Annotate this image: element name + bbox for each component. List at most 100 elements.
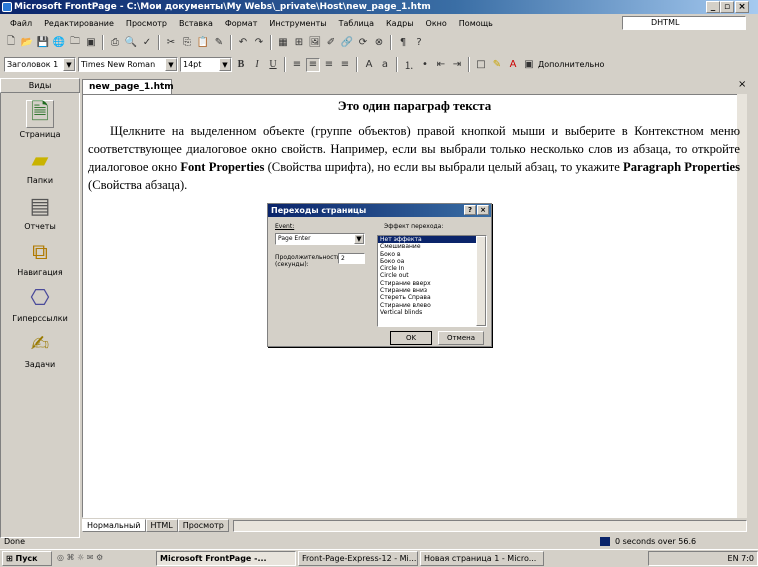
chevron-down-icon[interactable]: ▼ <box>165 58 177 71</box>
align-center-icon[interactable]: ≡ <box>306 57 320 72</box>
more-buttons-label[interactable]: Дополнительно <box>538 60 604 69</box>
duration-input[interactable]: 2 <box>338 253 365 264</box>
font-select[interactable]: Times New Roman ▼ <box>78 57 178 72</box>
close-button[interactable]: × <box>735 1 749 13</box>
decrease-indent-icon[interactable]: ⇤ <box>434 58 448 72</box>
quick-launch-icons[interactable]: ◎ ⌘ ☼ ✉ ⚙ <box>54 551 154 566</box>
tab-normal[interactable]: Нормальный <box>82 519 146 532</box>
numbering-icon[interactable]: ⒈ <box>402 58 416 72</box>
list-item[interactable]: Стирание вниз <box>378 287 486 294</box>
bold-button[interactable]: B <box>234 58 248 72</box>
close-document-icon[interactable]: × <box>738 79 746 90</box>
more-buttons-icon[interactable]: ▣ <box>522 58 536 72</box>
menu-insert[interactable]: Вставка <box>173 19 219 28</box>
paste-icon[interactable]: 📋 <box>196 36 210 50</box>
highlight-icon[interactable]: ✎ <box>490 58 504 72</box>
toolbar-separator <box>396 57 398 72</box>
folder-list-icon[interactable]: 🗀 <box>68 36 82 50</box>
menu-edit[interactable]: Редактирование <box>38 19 120 28</box>
menu-tools[interactable]: Инструменты <box>263 19 332 28</box>
menu-format[interactable]: Формат <box>219 19 263 28</box>
dhtml-help-box[interactable]: DHTML <box>622 16 746 30</box>
menu-frames[interactable]: Кадры <box>380 19 420 28</box>
help-icon[interactable]: ? <box>412 36 426 50</box>
list-item[interactable]: Стирание влево <box>378 302 486 309</box>
task-express[interactable]: Front-Page-Express-12 - Mi... <box>298 551 418 566</box>
list-item[interactable]: Vertical blinds <box>378 309 486 316</box>
hyperlink-icon[interactable]: 🔗 <box>340 36 354 50</box>
list-item[interactable]: Боко оа <box>378 258 486 265</box>
insert-component-icon[interactable]: ▦ <box>276 36 290 50</box>
horizontal-scrollbar[interactable] <box>232 519 747 532</box>
list-item[interactable]: Нет эффекта <box>378 236 486 244</box>
menu-help[interactable]: Помощь <box>453 19 499 28</box>
align-left-icon[interactable]: ≡ <box>290 58 304 72</box>
document-heading[interactable]: Это один параграф текста <box>82 98 747 114</box>
cut-icon[interactable]: ✂ <box>164 36 178 50</box>
task-new-page[interactable]: Новая страница 1 - Micro... <box>420 551 544 566</box>
cancel-button[interactable]: Отмена <box>438 331 484 345</box>
view-tasks[interactable]: ✍ Задачи <box>0 326 80 382</box>
list-item[interactable]: Circle In <box>378 265 486 272</box>
align-right-icon[interactable]: ≡ <box>322 58 336 72</box>
insert-picture-icon[interactable]: 🖼 <box>308 36 322 50</box>
bullets-icon[interactable]: • <box>418 58 432 72</box>
print-icon[interactable]: ⎙ <box>108 36 122 50</box>
drawing-icon[interactable]: ✐ <box>324 36 338 50</box>
borders-icon[interactable]: □ <box>474 58 488 72</box>
list-item[interactable]: Стирание вверх <box>378 280 486 287</box>
decrease-font-icon[interactable]: a <box>378 58 392 72</box>
effects-list[interactable]: Нет эффекта Смешивание Боко в Боко оа Ci… <box>377 235 487 327</box>
redo-icon[interactable]: ↷ <box>252 36 266 50</box>
task-frontpage[interactable]: Microsoft FrontPage -... <box>156 551 296 566</box>
tab-html[interactable]: HTML <box>145 519 178 532</box>
document-paragraph[interactable]: Щелкните на выделенном объекте (группе о… <box>88 122 740 194</box>
menu-table[interactable]: Таблица <box>333 19 380 28</box>
save-icon[interactable]: 💾 <box>36 36 50 50</box>
list-item[interactable]: Стереть Справа <box>378 294 486 301</box>
chevron-down-icon[interactable]: ▼ <box>63 58 75 71</box>
list-item[interactable]: Circle out <box>378 272 486 279</box>
maximize-button[interactable]: ▫ <box>720 1 734 13</box>
frontpage-app-icon[interactable] <box>2 2 12 12</box>
increase-indent-icon[interactable]: ⇥ <box>450 58 464 72</box>
copy-icon[interactable]: ⎘ <box>180 36 194 50</box>
preview-icon[interactable]: 🔍 <box>124 36 138 50</box>
minimize-button[interactable]: _ <box>706 1 720 13</box>
publish-icon[interactable]: 🌐 <box>52 36 66 50</box>
spelling-icon[interactable]: ✓ <box>140 36 154 50</box>
list-item[interactable]: Смешивание <box>378 243 486 250</box>
show-all-icon[interactable]: ¶ <box>396 36 410 50</box>
refresh-icon[interactable]: ⟳ <box>356 36 370 50</box>
format-painter-icon[interactable]: ✎ <box>212 36 226 50</box>
ok-button[interactable]: OK <box>390 331 432 345</box>
new-page-icon[interactable]: 🗋 <box>4 36 18 50</box>
event-value: Page Enter <box>278 235 311 242</box>
menu-window[interactable]: Окно <box>420 19 453 28</box>
menu-file[interactable]: Файл <box>4 19 38 28</box>
undo-icon[interactable]: ↶ <box>236 36 250 50</box>
chevron-down-icon[interactable]: ▼ <box>219 58 231 71</box>
justify-icon[interactable]: ≡ <box>338 58 352 72</box>
menu-view[interactable]: Просмотр <box>120 19 173 28</box>
language-indicator[interactable]: EN <box>728 554 739 563</box>
effects-scrollbar[interactable] <box>476 236 486 326</box>
tab-preview[interactable]: Просмотр <box>177 519 229 532</box>
underline-button[interactable]: U <box>266 58 280 72</box>
event-select[interactable]: Page Enter ▼ <box>275 233 365 245</box>
open-icon[interactable]: 📂 <box>20 36 34 50</box>
chevron-down-icon[interactable]: ▼ <box>354 234 364 244</box>
start-button[interactable]: ⊞ Пуск <box>2 551 52 566</box>
italic-button[interactable]: I <box>250 58 264 72</box>
document-tab[interactable]: new_page_1.htm <box>82 79 174 94</box>
style-select[interactable]: Заголовок 1 ▼ <box>4 57 76 72</box>
dialog-close-button[interactable]: × <box>477 205 489 215</box>
font-size-select[interactable]: 14pt ▼ <box>180 57 232 72</box>
list-item[interactable]: Боко в <box>378 251 486 258</box>
increase-font-icon[interactable]: A <box>362 58 376 72</box>
font-color-icon[interactable]: A <box>506 58 520 72</box>
web-component-icon[interactable]: ▣ <box>84 36 98 50</box>
dialog-help-button[interactable]: ? <box>464 205 476 215</box>
insert-table-icon[interactable]: ⊞ <box>292 36 306 50</box>
stop-icon[interactable]: ⊗ <box>372 36 386 50</box>
